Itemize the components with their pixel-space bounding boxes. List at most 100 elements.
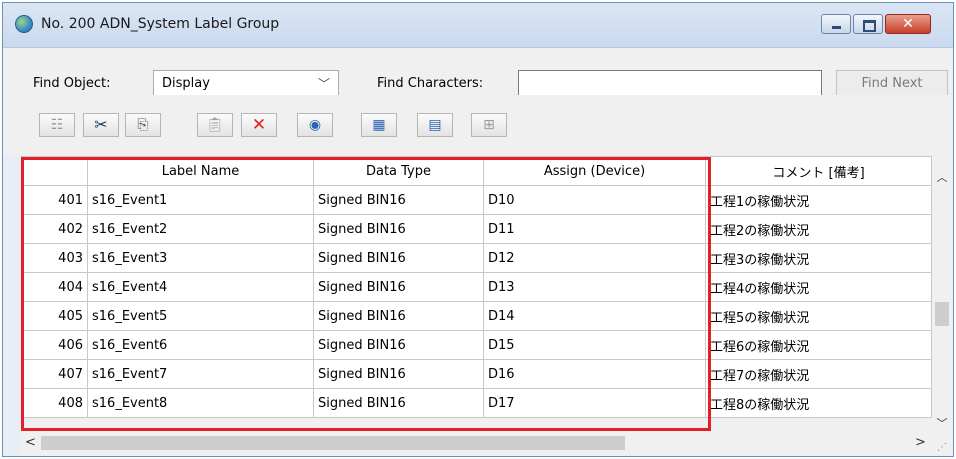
delete-icon: ✕ xyxy=(251,115,267,135)
label-name-cell[interactable]: s16_Event7 xyxy=(87,359,314,389)
label-name-cell[interactable]: s16_Event8 xyxy=(87,388,314,418)
label-name-cell[interactable]: s16_Event4 xyxy=(87,272,314,302)
data-type-cell[interactable]: Signed BIN16 xyxy=(313,330,484,360)
paste-icon: 📋︎ xyxy=(206,117,224,133)
export-excel-button[interactable]: ▤ xyxy=(417,113,453,137)
column-header-index[interactable] xyxy=(21,156,88,186)
scroll-left-icon[interactable]: < xyxy=(25,435,36,450)
column-header-assign-device[interactable]: Assign (Device) xyxy=(483,156,706,186)
export-excel-icon: ▤ xyxy=(428,117,442,133)
cut-button[interactable]: ✂ xyxy=(83,113,119,137)
label-name-cell[interactable]: s16_Event5 xyxy=(87,301,314,331)
find-object-value: Display xyxy=(162,76,210,91)
scroll-down-icon[interactable]: ﹀ xyxy=(933,415,951,431)
find-next-button[interactable]: Find Next xyxy=(836,70,948,98)
find-object-label: Find Object: xyxy=(33,76,111,91)
export-button[interactable]: ▦ xyxy=(361,113,397,137)
label-grid: Label Name Data Type Assign (Device) コメン… xyxy=(21,156,953,456)
table-row[interactable]: 408 s16_Event8 Signed BIN16 D17 工程8の稼働状況 xyxy=(21,388,932,418)
table-row[interactable]: 405 s16_Event5 Signed BIN16 D14 工程5の稼働状況 xyxy=(21,301,932,331)
assign-device-cell[interactable]: D15 xyxy=(483,330,706,360)
comment-cell[interactable]: 工程5の稼働状況 xyxy=(705,301,932,331)
data-type-cell[interactable]: Signed BIN16 xyxy=(313,243,484,273)
table-row[interactable]: 406 s16_Event6 Signed BIN16 D15 工程6の稼働状況 xyxy=(21,330,932,360)
delete-button[interactable]: ✕ xyxy=(241,113,277,137)
row-index[interactable]: 405 xyxy=(21,301,88,331)
toolbar: ☷ ✂ ⎘ 📋︎ ✕ ◉ ▦ ▤ ⊞ xyxy=(3,95,953,155)
comment-cell[interactable]: 工程4の稼働状況 xyxy=(705,272,932,302)
comment-cell[interactable]: 工程3の稼働状況 xyxy=(705,243,932,273)
app-globe-icon xyxy=(15,15,33,33)
comment-cell[interactable]: 工程8の稼働状況 xyxy=(705,388,932,418)
title-bar[interactable]: No. 200 ADN_System Label Group ✕ xyxy=(3,3,953,48)
find-characters-label: Find Characters: xyxy=(377,76,484,91)
data-type-cell[interactable]: Signed BIN16 xyxy=(313,272,484,302)
comment-cell[interactable]: 工程6の稼働状況 xyxy=(705,330,932,360)
horizontal-scrollbar[interactable]: < > xyxy=(21,433,951,453)
properties-button[interactable]: ☷ xyxy=(39,113,75,137)
row-index[interactable]: 408 xyxy=(21,388,88,418)
assign-device-cell[interactable]: D16 xyxy=(483,359,706,389)
row-index[interactable]: 402 xyxy=(21,214,88,244)
row-index[interactable]: 403 xyxy=(21,243,88,273)
close-icon: ✕ xyxy=(902,16,914,32)
data-type-cell[interactable]: Signed BIN16 xyxy=(313,359,484,389)
assign-device-cell[interactable]: D11 xyxy=(483,214,706,244)
layout-icon: ⊞ xyxy=(483,117,495,133)
assign-device-cell[interactable]: D14 xyxy=(483,301,706,331)
maximize-button[interactable] xyxy=(853,14,883,34)
table-row[interactable]: 402 s16_Event2 Signed BIN16 D11 工程2の稼働状況 xyxy=(21,214,932,244)
row-index[interactable]: 404 xyxy=(21,272,88,302)
data-type-cell[interactable]: Signed BIN16 xyxy=(313,214,484,244)
import-icon: ◉ xyxy=(308,117,322,133)
row-index[interactable]: 407 xyxy=(21,359,88,389)
label-name-cell[interactable]: s16_Event2 xyxy=(87,214,314,244)
comment-cell[interactable]: 工程2の稼働状況 xyxy=(705,214,932,244)
label-name-cell[interactable]: s16_Event6 xyxy=(87,330,314,360)
copy-icon: ⎘ xyxy=(137,117,149,133)
vertical-scrollbar[interactable]: ︿ ﹀ xyxy=(933,167,951,432)
vertical-scroll-thumb[interactable] xyxy=(935,302,949,326)
label-name-cell[interactable]: s16_Event3 xyxy=(87,243,314,273)
table-row[interactable]: 401 s16_Event1 Signed BIN16 D10 工程1の稼働状況 xyxy=(21,185,932,215)
column-header-data-type[interactable]: Data Type xyxy=(313,156,484,186)
copy-button[interactable]: ⎘ xyxy=(125,113,161,137)
window-title: No. 200 ADN_System Label Group xyxy=(41,16,280,32)
import-button[interactable]: ◉ xyxy=(297,113,333,137)
close-button[interactable]: ✕ xyxy=(885,14,931,34)
paste-button[interactable]: 📋︎ xyxy=(197,113,233,137)
table-header-row: Label Name Data Type Assign (Device) コメン… xyxy=(21,156,932,186)
row-index[interactable]: 406 xyxy=(21,330,88,360)
column-header-comment[interactable]: コメント [備考] xyxy=(705,156,932,186)
assign-device-cell[interactable]: D13 xyxy=(483,272,706,302)
table-row[interactable]: 403 s16_Event3 Signed BIN16 D12 工程3の稼働状況 xyxy=(21,243,932,273)
column-header-label-name[interactable]: Label Name xyxy=(87,156,314,186)
data-type-cell[interactable]: Signed BIN16 xyxy=(313,301,484,331)
data-type-cell[interactable]: Signed BIN16 xyxy=(313,185,484,215)
assign-device-cell[interactable]: D17 xyxy=(483,388,706,418)
properties-icon: ☷ xyxy=(50,117,64,133)
assign-device-cell[interactable]: D12 xyxy=(483,243,706,273)
chevron-down-icon: ﹀ xyxy=(317,77,330,91)
table-row[interactable]: 404 s16_Event4 Signed BIN16 D13 工程4の稼働状況 xyxy=(21,272,932,302)
comment-cell[interactable]: 工程7の稼働状況 xyxy=(705,359,932,389)
table-row[interactable]: 407 s16_Event7 Signed BIN16 D16 工程7の稼働状況 xyxy=(21,359,932,389)
minimize-button[interactable] xyxy=(821,14,851,34)
row-index[interactable]: 401 xyxy=(21,185,88,215)
data-type-cell[interactable]: Signed BIN16 xyxy=(313,388,484,418)
label-name-cell[interactable]: s16_Event1 xyxy=(87,185,314,215)
horizontal-scroll-thumb[interactable] xyxy=(41,436,625,450)
find-object-select[interactable]: Display ﹀ xyxy=(153,70,339,96)
find-bar: Find Object: Display ﹀ Find Characters: … xyxy=(3,48,953,98)
label-table: Label Name Data Type Assign (Device) コメン… xyxy=(21,156,932,418)
cut-icon: ✂ xyxy=(94,115,108,134)
export-icon: ▦ xyxy=(372,117,386,133)
find-characters-input[interactable] xyxy=(518,70,822,96)
label-group-window: No. 200 ADN_System Label Group ✕ Find Ob… xyxy=(2,2,954,457)
assign-device-cell[interactable]: D10 xyxy=(483,185,706,215)
resize-grip-icon[interactable]: ⋰ xyxy=(937,442,947,453)
scroll-right-icon[interactable]: > xyxy=(915,435,926,450)
comment-cell[interactable]: 工程1の稼働状況 xyxy=(705,185,932,215)
scroll-up-icon[interactable]: ︿ xyxy=(933,169,951,185)
layout-button[interactable]: ⊞ xyxy=(471,113,507,137)
